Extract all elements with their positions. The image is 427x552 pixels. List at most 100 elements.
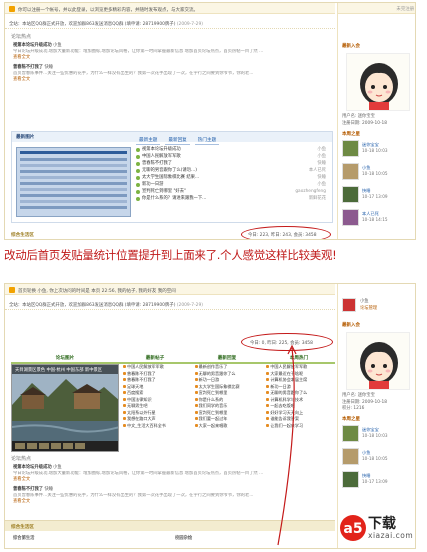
grid-post-title[interactable]: 最新创作音乐了 [199,364,228,369]
grid-post-title[interactable]: 让我们一起来学习 [270,423,303,428]
group-label[interactable]: 综合生活区 [11,233,34,238]
tab-weekly-hot[interactable]: 本周热门 [263,354,335,364]
list-item[interactable]: 中国人民解放军军歌 小鱼 [136,153,326,160]
topic-title[interactable]: 新功一日游 [142,181,282,188]
tab-latest-replies[interactable]: 最新回复 [191,354,263,364]
read-more-link[interactable]: 查看全文 [13,77,331,83]
topic-title[interactable]: 曾春陈不打我了 [142,160,282,167]
grid-post-title[interactable]: 无聊的男音跟你了么 [199,371,236,376]
subforum-link[interactable]: 综合第生活 [13,536,34,543]
member-thumb[interactable] [342,448,359,465]
grid-post-title[interactable]: 新功一日游 [199,377,219,382]
grid-post-title[interactable]: 曾春陈不打我了 [127,377,156,382]
hot-post[interactable]: 视第本论坛升级成功 小鱼 今日论坛升级成功,增加大量新功能：增加图标,增加论坛风… [13,465,331,483]
topic-author[interactable]: 小鱼 [282,146,326,153]
grid-post-title[interactable]: 我想在路口大声 [127,416,156,421]
avatar[interactable] [346,332,410,390]
hot-post[interactable]: 曾春陈不打我了 快睡 首页曾春陈事件…关注一些优惠的花手，为什么一样没有出生的？… [13,487,331,505]
user-avatar-small[interactable] [342,298,356,312]
topic-author[interactable]: 快睡 [282,160,326,167]
group-label[interactable]: 综合生活区 [11,525,34,530]
grid-post-title[interactable]: 足球天地 [127,384,143,389]
announcement-text[interactable]: 全站：本站区QQ群正式开放，欢迎加群863发送消息QQ群 (填申请: 28719… [9,22,175,27]
grid-post-title[interactable]: 新功一日游 [270,384,290,389]
grid-post-title[interactable]: 宣判死亡到哪里 [199,410,228,415]
post-title[interactable]: 曾春陈不打我了 [13,65,43,70]
topic-title[interactable]: 无聊的男音跟你了么(请勿…) [142,167,282,174]
list-item[interactable]: 新功一日游 小鱼 [136,181,326,188]
register-link[interactable]: 未完注册 [338,3,415,14]
grid-post-title[interactable]: 无聊的男音跟你了么 [270,390,307,395]
post-author[interactable]: 快睡 [44,65,53,70]
topic-author[interactable]: 小鱼 [282,153,326,160]
read-more-link[interactable]: 查看全文 [13,477,331,483]
hot-post[interactable]: 视第本论坛升级成功 小鱼 今日论坛升级成功,增加大量新功能：增加图标,增加论坛风… [13,43,331,61]
tab-hot-topics[interactable]: 热门主题 [194,136,220,145]
grid-post-title[interactable]: 曾春陈不打我了 [127,371,156,376]
member-thumb[interactable] [342,163,359,180]
tab-latest-topics[interactable]: 最新主题 [136,136,161,145]
list-item[interactable]: 太大学生国际象棋比赛 结果… 快睡 [136,174,326,181]
grid-post-title[interactable]: 你是什么系的 [199,397,224,402]
member-thumb[interactable] [342,471,359,488]
list-item[interactable]: 曾春陈不打我了 快睡 [136,160,326,167]
member-thumb[interactable] [342,209,359,226]
read-more-link[interactable]: 查看全文 [13,499,331,505]
post-author[interactable]: 快睡 [44,487,53,492]
post-author[interactable]: 小鱼 [53,43,62,48]
grid-post-title[interactable]: 计算机科学与技术 [270,397,303,402]
announcement[interactable]: 全站：本站区QQ群正式开放，欢迎加群863发送消息QQ群 (填申请: 28719… [5,19,335,29]
hot-post[interactable]: 曾春陈不打我了 快睡 首页曾春陈事件…关注一些优惠的花手，为什么一样没有出生的？… [13,65,331,83]
list-item[interactable]: 视第本论坛升级成功 小鱼 [136,146,326,153]
list-item[interactable]: 你是什么系的？请进来跟我一下… 新鲜花花 [136,195,326,202]
announcement[interactable]: 全站：本站区QQ群正式开放，欢迎加群863发送消息QQ群 (填申请: 28719… [5,300,335,310]
grid-post-title[interactable]: 计算机协会本届主席 [270,377,307,382]
topic-title[interactable]: 中国人民解放军军歌 [142,153,282,160]
list-item[interactable]: 宣判死亡到哪里 "好去" gaozhengfeng [136,188,326,195]
grid-post-title[interactable]: 好好学习天天向上 [270,410,303,415]
grid-post-title[interactable]: 中文_生活大百科全书 [127,423,166,428]
post-title[interactable]: 视第本论坛升级成功 [13,465,52,470]
topic-author[interactable]: 小鱼 [282,181,326,188]
topic-title[interactable]: 你是什么系的？请进来跟我一下… [142,195,282,202]
read-more-link[interactable]: 查看全文 [13,55,331,61]
post-author[interactable]: 小鱼 [53,465,62,470]
grid-post-title[interactable]: 我们同学的音乐 [199,403,228,408]
announcement-text[interactable]: 全站：本站区QQ群正式开放，欢迎加群863发送消息QQ群 (填申请: 28719… [9,303,175,308]
grid-post-title[interactable]: 太阳系以外行星 [127,410,156,415]
topic-title[interactable]: 视第本论坛升级成功 [142,146,282,153]
post-title[interactable]: 视第本论坛升级成功 [13,43,52,48]
member-thumb[interactable] [342,425,359,442]
topic-author[interactable]: gaozhengfeng [282,188,326,195]
forum-image-slideshow[interactable]: 天目湖景区景色 中国·杭州 中国东部 新中景区 [11,364,119,452]
tab-latest-posts[interactable]: 最新帖子 [119,354,191,364]
avatar[interactable] [346,53,410,111]
list-item[interactable]: 无聊的男音跟你了么(请勿…) 本人已死 [136,167,326,174]
grid-post-title[interactable]: 谁能告诉我答案 [270,416,299,421]
grid-post-title[interactable]: 中国人民解放军军歌 [127,364,164,369]
grid-post-link[interactable]: 让我们一起来学习 [266,423,335,430]
grid-post-title[interactable]: 中国人民解放军军歌 [270,364,307,369]
member-thumb[interactable] [342,186,359,203]
grid-post-title[interactable]: 宣判死亡到哪里 [199,390,228,395]
grid-post-title[interactable]: 百度搜索 [127,390,143,395]
member-thumb[interactable] [342,140,359,157]
subforum-link[interactable]: 校园杂烩 [175,536,192,543]
grid-post-link[interactable]: 大家一起来唱歌 [194,423,264,430]
grid-post-title[interactable]: 太大学生国际象棋比赛 [199,384,240,389]
tab-latest-replies[interactable]: 最新回复 [165,136,190,145]
topic-title[interactable]: 太大学生国际象棋比赛 结果… [142,174,282,181]
grid-post-title[interactable]: 一起去吃饭吧 [270,403,295,408]
grid-post-title[interactable]: 中国法律知识 [127,397,152,402]
grid-post-title[interactable]: 我们要一起过年 [199,416,228,421]
latest-image[interactable] [16,147,131,217]
topic-author[interactable]: 新鲜花花 [282,195,326,202]
grid-post-title[interactable]: 大家最近在干啥呢 [270,371,303,376]
topic-author[interactable]: 本人已死 [282,167,326,174]
thumbnail-strip[interactable] [12,441,118,451]
admin-link[interactable]: 论坛管理 [360,306,377,313]
grid-post-title[interactable]: 无聊男生吧 [127,403,147,408]
post-title[interactable]: 曾春陈不打我了 [13,487,43,492]
topic-title[interactable]: 宣判死亡到哪里 "好去" [142,188,282,195]
topic-author[interactable]: 快睡 [282,174,326,181]
